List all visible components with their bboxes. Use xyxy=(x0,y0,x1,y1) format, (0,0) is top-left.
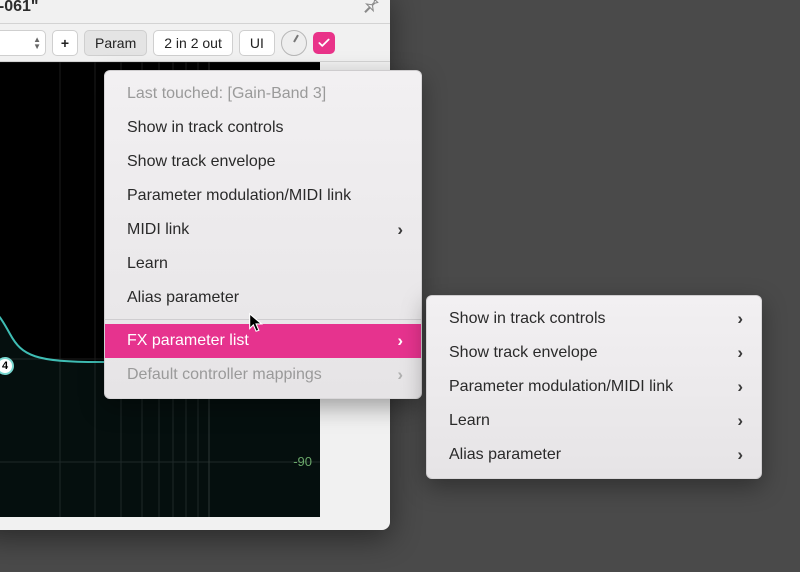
menu-fx-param-list[interactable]: FX parameter list › xyxy=(105,324,421,358)
fx-param-list-submenu: Show in track controls › Show track enve… xyxy=(426,295,762,479)
chevron-right-icon: › xyxy=(397,365,403,385)
toolbar: ▲▼ + Param 2 in 2 out UI xyxy=(0,24,390,62)
submenu-alias[interactable]: Alias parameter › xyxy=(427,438,761,472)
chevron-right-icon: › xyxy=(737,343,743,363)
param-button[interactable]: Param xyxy=(84,30,147,56)
caret-updown-icon: ▲▼ xyxy=(33,36,41,50)
menu-separator xyxy=(105,319,421,320)
chevron-right-icon: › xyxy=(737,445,743,465)
window-title: 0-061" xyxy=(0,0,362,16)
wet-knob[interactable] xyxy=(281,30,307,56)
chevron-right-icon: › xyxy=(737,309,743,329)
chevron-right-icon: › xyxy=(397,220,403,240)
chevron-right-icon: › xyxy=(737,377,743,397)
menu-midi-link[interactable]: MIDI link › xyxy=(105,213,421,247)
eq-band-4-label: 4 xyxy=(2,360,8,372)
menu-last-touched: Last touched: [Gain-Band 3] xyxy=(105,77,421,111)
chevron-right-icon: › xyxy=(737,411,743,431)
param-menu: Last touched: [Gain-Band 3] Show in trac… xyxy=(104,70,422,399)
enable-checkbox[interactable] xyxy=(313,32,335,54)
menu-alias[interactable]: Alias parameter xyxy=(105,281,421,315)
add-button[interactable]: + xyxy=(52,30,78,56)
preset-dropdown[interactable]: ▲▼ xyxy=(0,30,46,56)
menu-param-mod[interactable]: Parameter modulation/MIDI link xyxy=(105,179,421,213)
menu-default-mappings[interactable]: Default controller mappings › xyxy=(105,358,421,392)
ui-button[interactable]: UI xyxy=(239,30,275,56)
pin-icon[interactable] xyxy=(362,0,380,18)
submenu-learn[interactable]: Learn › xyxy=(427,404,761,438)
chevron-right-icon: › xyxy=(397,331,403,351)
submenu-show-track-envelope[interactable]: Show track envelope › xyxy=(427,336,761,370)
db-label-90: -90 xyxy=(293,454,312,469)
submenu-param-mod[interactable]: Parameter modulation/MIDI link › xyxy=(427,370,761,404)
menu-show-track-controls[interactable]: Show in track controls xyxy=(105,111,421,145)
io-button[interactable]: 2 in 2 out xyxy=(153,30,233,56)
submenu-show-track-controls[interactable]: Show in track controls › xyxy=(427,302,761,336)
menu-learn[interactable]: Learn xyxy=(105,247,421,281)
titlebar[interactable]: 0-061" xyxy=(0,0,390,24)
menu-show-track-envelope[interactable]: Show track envelope xyxy=(105,145,421,179)
